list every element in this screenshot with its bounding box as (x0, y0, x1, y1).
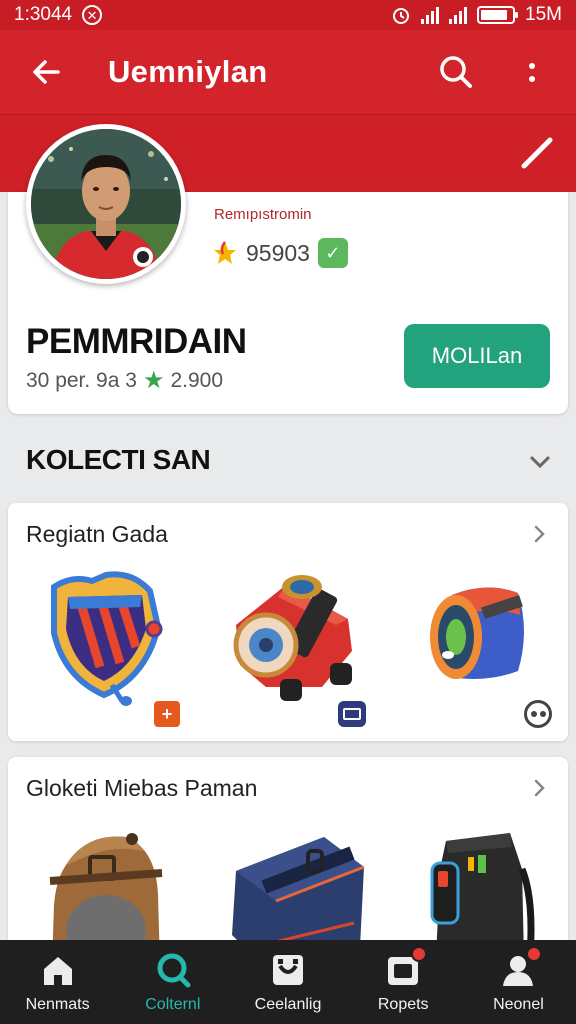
notification-close-icon: ✕ (82, 5, 103, 25)
item-type-badge-icon: + (154, 701, 180, 727)
nav-label: Ropets (377, 996, 429, 1013)
battery-icon (477, 6, 519, 24)
app-bar: Uemniylan (0, 30, 576, 114)
report-icon (383, 946, 428, 990)
bottom-navigation: Nenmats Colternl Ceelanlig Ropets Neonel (0, 940, 576, 1024)
collection-title: Gloketi Miebas Paman (26, 775, 258, 801)
arrow-left-icon (33, 60, 60, 84)
nav-item-collection[interactable]: Colternl (115, 940, 230, 1024)
edit-profile-button[interactable] (512, 128, 560, 176)
notification-dot-icon (526, 946, 543, 962)
more-options-button[interactable] (516, 52, 548, 92)
leather-bag-item-icon[interactable] (46, 825, 166, 957)
cylinder-device-item-icon[interactable] (426, 581, 532, 691)
profile-stats: 30 per. 9a 3 ★ 2.900 (26, 366, 223, 395)
stats-right: 2.900 (170, 368, 224, 392)
black-backpack-item-icon[interactable] (418, 829, 538, 957)
nav-label: Nenmats (25, 996, 90, 1013)
shield-badge-item-icon[interactable] (42, 567, 172, 707)
nav-label: Neonel (493, 996, 544, 1013)
search-icon (440, 56, 472, 88)
nav-item-profile[interactable]: Neonel (461, 940, 576, 1024)
verified-badge-icon: ✓ (317, 238, 348, 268)
back-button[interactable] (26, 52, 66, 92)
nav-item-reports[interactable]: Ropets (346, 940, 461, 1024)
robot-gadget-item-icon[interactable] (226, 569, 362, 705)
nav-item-home[interactable]: Nenmats (0, 940, 115, 1024)
search-button[interactable] (436, 52, 476, 92)
home-icon (38, 950, 78, 990)
status-time: 1:3044 (14, 4, 73, 25)
collections-section-title: KOLECTI SAN (26, 444, 211, 475)
status-bar: 1:3044 ✕ 15M (0, 0, 576, 30)
battery-label: 15M (525, 4, 562, 25)
collapse-section-button[interactable] (526, 448, 554, 476)
profile-icon (498, 946, 543, 990)
collection-card[interactable]: Gloketi Miebas Paman (8, 757, 568, 957)
chevron-right-icon[interactable] (526, 521, 552, 547)
item-type-badge-icon (524, 700, 552, 728)
navy-pouch-item-icon[interactable] (224, 827, 374, 957)
gallery-icon (268, 950, 308, 990)
search-circle-icon (153, 950, 193, 990)
points-row: 95903 ✓ (212, 238, 348, 268)
more-dot-icon (529, 62, 535, 69)
item-type-badge-icon (338, 701, 366, 727)
signal-icon (421, 6, 440, 24)
nav-label: Colternl (145, 996, 201, 1013)
page-title: Uemniylan (108, 54, 268, 89)
star-icon: ★ (142, 367, 165, 394)
stats-left: 30 per. 9a 3 (26, 368, 137, 392)
signal-icon (449, 6, 468, 24)
chevron-right-icon[interactable] (526, 775, 552, 801)
more-dot-icon (529, 75, 535, 82)
points-value: 95903 (246, 239, 310, 266)
chevron-down-icon (530, 456, 550, 469)
profile-name: PEMMRIDAIN (26, 322, 247, 361)
collection-title: Regiatn Gada (26, 521, 168, 547)
avatar[interactable] (26, 124, 186, 284)
alarm-icon (393, 8, 410, 24)
collection-card[interactable]: Regiatn Gada + (8, 503, 568, 741)
follow-button[interactable]: MOLILan (404, 324, 550, 388)
flame-star-icon (214, 241, 236, 264)
player-photo-icon (31, 129, 181, 279)
pencil-icon (521, 137, 553, 169)
nav-label: Ceelanlig (254, 996, 322, 1013)
profile-subtitle: Remıpıstromin (214, 206, 312, 223)
notification-dot-icon (411, 946, 428, 962)
nav-item-gallery[interactable]: Ceelanlig (230, 940, 345, 1024)
